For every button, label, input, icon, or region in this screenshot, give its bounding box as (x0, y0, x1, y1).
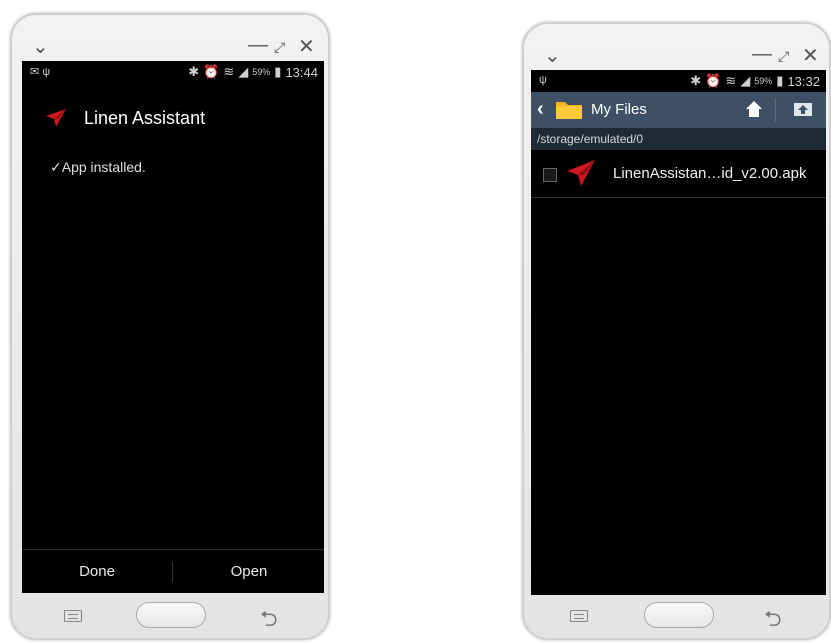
maximize-button[interactable]: ⤢ (778, 46, 789, 66)
battery-icon: ▮ (274, 64, 282, 79)
close-button[interactable]: ✕ (298, 37, 315, 57)
alarm-icon: ⏰ (203, 64, 220, 79)
open-button[interactable]: Open (174, 550, 324, 593)
minimize-button[interactable]: — (248, 35, 268, 55)
signal-icon: ◢ (238, 64, 249, 79)
status-time: 13:44 (285, 64, 318, 80)
file-name: LinenAssistan…id_v2.00.apk (613, 165, 807, 182)
file-manager-screen: ψ ✱ ⏰ ≋ ◢ 59% ▮ 13:32 ‹ My Files /storag… (531, 70, 826, 595)
home-key[interactable] (644, 602, 714, 628)
apk-file-icon (567, 160, 595, 186)
status-bar: ψ ✱ ⏰ ≋ ◢ 59% ▮ 13:32 (531, 70, 826, 92)
usb-icon: ψ (539, 74, 547, 86)
home-icon[interactable] (745, 100, 763, 118)
home-key[interactable] (136, 602, 206, 628)
path-breadcrumb[interactable]: /storage/emulated/0 (531, 128, 826, 150)
status-time: 13:32 (787, 73, 820, 89)
minimize-button[interactable]: — (752, 44, 772, 64)
maximize-button[interactable]: ⤢ (274, 37, 285, 57)
status-indicators: ✱ ⏰ ≋ ◢ 59% ▮ 13:32 (690, 73, 820, 89)
back-chevron-icon[interactable]: ‹ (537, 98, 544, 121)
file-checkbox[interactable] (543, 168, 557, 182)
folder-icon (556, 102, 582, 119)
battery-percent: 59% (252, 67, 271, 77)
battery-icon: ▮ (776, 73, 784, 88)
battery-percent: 59% (754, 76, 773, 86)
install-status-message: ✓App installed. (50, 159, 146, 175)
status-indicators: ✱ ⏰ ≋ ◢ 59% ▮ 13:44 (188, 64, 318, 80)
bluetooth-icon: ✱ (188, 64, 200, 79)
menu-key-icon[interactable] (570, 610, 588, 622)
phone-frame-installer: ⌄ — ⤢ ✕ ✉ ψ ✱ ⏰ ≋ ◢ 59% ▮ 13:44 Linen As… (10, 13, 330, 640)
bluetooth-icon: ✱ (690, 73, 702, 88)
menu-key-icon[interactable] (64, 610, 82, 622)
app-title: Linen Assistant (84, 108, 206, 128)
file-list-item[interactable]: LinenAssistan…id_v2.00.apk (531, 150, 826, 198)
hardware-nav-bar: ⮌ (12, 592, 328, 638)
wifi-icon: ≋ (725, 73, 737, 88)
done-button[interactable]: Done (22, 550, 172, 593)
notification-icons: ✉ ψ (30, 65, 50, 78)
page-title: My Files (591, 101, 647, 118)
installer-screen: ✉ ψ ✱ ⏰ ≋ ◢ 59% ▮ 13:44 Linen Assistant … (22, 61, 324, 593)
usb-icon: ψ (42, 66, 51, 78)
linen-assistant-logo-icon (46, 109, 66, 127)
alarm-icon: ⏰ (705, 73, 722, 88)
collapse-icon[interactable]: ⌄ (32, 37, 49, 57)
close-button[interactable]: ✕ (802, 46, 819, 66)
collapse-icon[interactable]: ⌄ (544, 46, 561, 66)
status-bar: ✉ ψ ✱ ⏰ ≋ ◢ 59% ▮ 13:44 (22, 61, 324, 83)
wifi-icon: ≋ (223, 64, 235, 79)
mail-icon: ✉ (30, 66, 40, 78)
action-separator (775, 98, 776, 122)
window-controls: ⌄ — ⤢ ✕ (12, 15, 328, 61)
signal-icon: ◢ (740, 73, 751, 88)
back-key-icon[interactable]: ⮌ (260, 602, 278, 640)
window-controls: ⌄ — ⤢ ✕ (524, 24, 829, 70)
button-divider (172, 562, 173, 582)
phone-frame-file-manager: ⌄ — ⤢ ✕ ψ ✱ ⏰ ≋ ◢ 59% ▮ 13:32 ‹ My Files… (522, 22, 831, 640)
notification-icons: ψ (539, 74, 547, 86)
installer-button-bar: Done Open (22, 549, 324, 593)
hardware-nav-bar: ⮌ (524, 592, 829, 638)
parent-folder-icon[interactable] (793, 101, 813, 117)
back-key-icon[interactable]: ⮌ (764, 602, 782, 640)
action-bar: ‹ My Files (531, 92, 826, 128)
